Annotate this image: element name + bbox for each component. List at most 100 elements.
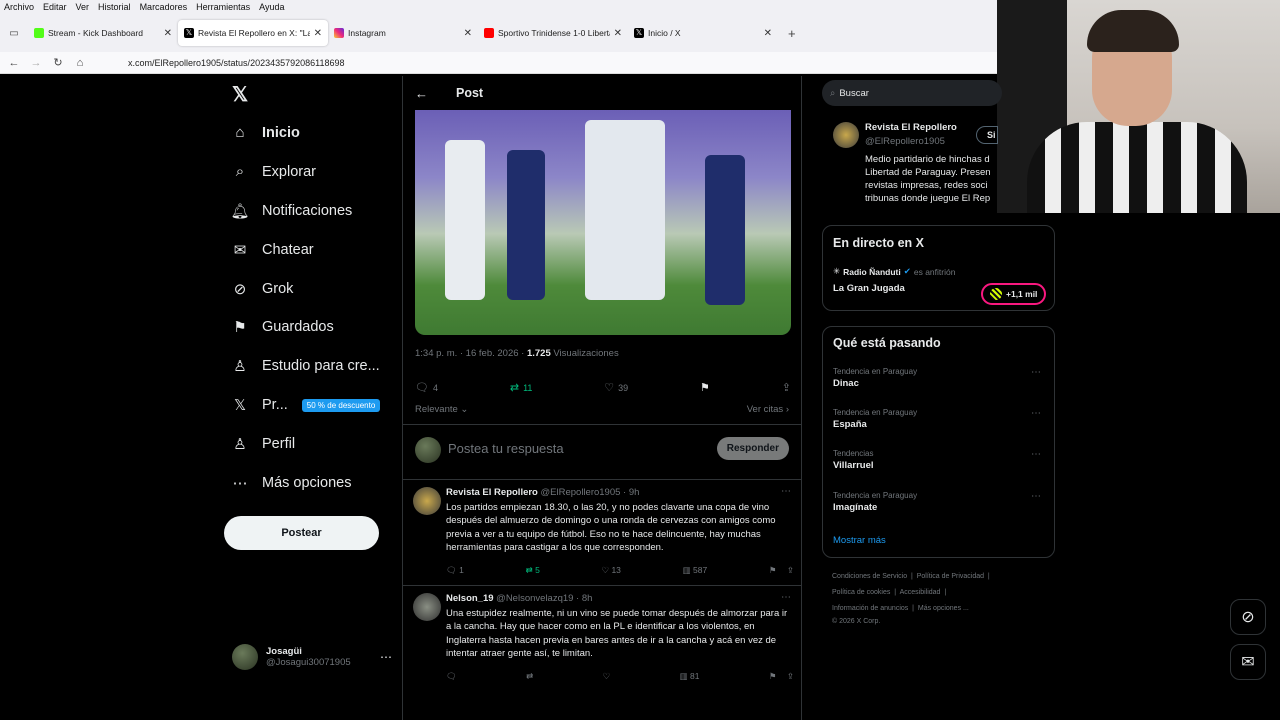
person-icon: ♙: [233, 436, 247, 453]
more-icon[interactable]: ⋯: [781, 592, 791, 603]
close-icon[interactable]: ✕: [764, 28, 772, 39]
repost-action[interactable]: ⇄: [526, 671, 533, 682]
sidebar-item-guardados[interactable]: ⚑ Guardados: [230, 318, 333, 336]
back-arrow-icon[interactable]: ←: [415, 86, 428, 101]
home-icon[interactable]: ⌂: [72, 57, 88, 69]
like-action[interactable]: ♡ 39: [604, 381, 628, 394]
trend-item[interactable]: Tendencia en Paraguay España ⋯: [833, 408, 1041, 430]
reply-author-name[interactable]: Revista El Repollero: [446, 487, 538, 498]
close-icon[interactable]: ✕: [464, 28, 472, 39]
reply-action[interactable]: 🗨︎ 1: [446, 565, 464, 576]
more-icon[interactable]: ⋯: [1031, 408, 1041, 419]
sidebar-item-estudio[interactable]: ♙ Estudio para cre...: [230, 357, 379, 375]
trend-item[interactable]: Tendencia en Paraguay Dinac ⋯: [833, 367, 1041, 389]
more-icon[interactable]: ⋯: [380, 650, 392, 664]
sidebar-item-premium[interactable]: 𝕏 Pr... 50 % de descuento: [230, 396, 381, 414]
tab-instagram[interactable]: Instagram ✕: [328, 20, 478, 46]
share-icon[interactable]: ⇪: [787, 671, 794, 681]
footer-links: Información de anuncios | Más opciones .…: [832, 605, 969, 612]
sidebar-item-perfil[interactable]: ♙ Perfil: [230, 435, 295, 453]
post-media-image[interactable]: [415, 110, 791, 335]
close-icon[interactable]: ✕: [164, 28, 172, 39]
reply-tweet[interactable]: Nelson_19 @Nelsonvelazq19 · 8h ⋯ Una est…: [403, 587, 801, 707]
trend-item[interactable]: Tendencias Villarruel ⋯: [833, 449, 1041, 471]
grok-fab[interactable]: ⊘: [1230, 599, 1266, 635]
sidebar-item-chatear[interactable]: ✉ Chatear: [230, 241, 314, 259]
menu-marcadores[interactable]: Marcadores: [140, 2, 188, 12]
footer-link[interactable]: Condiciones de Servicio: [832, 573, 907, 580]
menu-ver[interactable]: Ver: [76, 2, 90, 12]
webcam-person-hair: [1087, 10, 1179, 52]
discount-badge: 50 % de descuento: [301, 398, 381, 412]
reload-icon[interactable]: ↻: [50, 56, 66, 69]
reply-author-name[interactable]: Nelson_19: [446, 593, 494, 604]
menu-herramientas[interactable]: Herramientas: [196, 2, 250, 12]
messages-fab[interactable]: ✉: [1230, 644, 1266, 680]
profile-name[interactable]: Revista El Repollero: [865, 122, 957, 133]
bookmark-action[interactable]: ⚑ ⇪: [769, 565, 794, 576]
tab-overview-icon[interactable]: ▭: [0, 28, 28, 39]
footer-link[interactable]: Información de anuncios: [832, 605, 908, 612]
close-icon[interactable]: ✕: [314, 28, 322, 39]
like-action[interactable]: ♡: [603, 671, 611, 682]
more-icon[interactable]: ⋯: [781, 486, 791, 497]
more-icon[interactable]: ⋯: [1031, 449, 1041, 460]
account-switcher[interactable]: Josagüi @Josagui30071905 ⋯: [232, 642, 392, 672]
views-action[interactable]: ▥ 81: [680, 671, 700, 682]
more-icon[interactable]: ⋯: [1031, 491, 1041, 502]
share-action[interactable]: ⇪: [782, 381, 791, 394]
reply-button[interactable]: Responder: [716, 437, 789, 460]
url-field[interactable]: x.com/ElRepollero1905/status/20234357920…: [128, 58, 345, 68]
new-tab-icon[interactable]: +: [788, 26, 796, 41]
menu-archivo[interactable]: Archivo: [4, 2, 34, 12]
bookmark-icon: ⚑: [700, 382, 710, 394]
tab-youtube[interactable]: Sportivo Trinidense 1-0 Libertad ✕: [478, 20, 628, 46]
trend-item[interactable]: Tendencia en Paraguay Imagínate ⋯: [833, 491, 1041, 513]
reply-input[interactable]: Postea tu respuesta: [448, 441, 564, 456]
menu-editar[interactable]: Editar: [43, 2, 67, 12]
x-logo-icon[interactable]: 𝕏: [232, 82, 248, 107]
forward-icon[interactable]: →: [28, 57, 44, 69]
reply-action[interactable]: 🗨︎ 4: [415, 381, 438, 394]
more-icon[interactable]: ⋯: [1031, 367, 1041, 378]
repost-action[interactable]: ⇄ 5: [526, 565, 540, 576]
repost-action[interactable]: ⇄ 11: [510, 381, 533, 394]
sidebar-item-notificaciones[interactable]: 🔔︎ Notificaciones: [230, 202, 352, 220]
tab-inicio-x[interactable]: 𝕏 Inicio / X ✕: [628, 20, 778, 46]
reply-action[interactable]: 🗨︎: [446, 671, 457, 682]
bar-chart-icon: ▥: [679, 671, 688, 681]
sort-relevance[interactable]: Relevante ⌄: [415, 404, 468, 415]
bookmark-action[interactable]: ⚑ ⇪: [769, 671, 794, 682]
see-quotes-link[interactable]: Ver citas ›: [747, 404, 789, 415]
sidebar-item-explorar[interactable]: ⌕ Explorar: [230, 163, 316, 180]
views-action[interactable]: ▥ 587: [683, 565, 708, 576]
footer-link[interactable]: Política de cookies: [832, 589, 890, 596]
back-icon[interactable]: ←: [6, 57, 22, 69]
live-show-title[interactable]: La Gran Jugada: [833, 283, 905, 294]
share-icon[interactable]: ⇪: [787, 565, 794, 575]
reply-icon: 🗨︎: [446, 565, 457, 575]
bookmark-action[interactable]: ⚑: [700, 381, 710, 394]
sidebar-item-inicio[interactable]: ⌂ Inicio: [230, 124, 299, 141]
listeners-pill[interactable]: +1,1 mil: [981, 283, 1047, 305]
search-input[interactable]: ⌕ Buscar: [822, 80, 1002, 106]
sidebar-item-grok[interactable]: ⊘ Grok: [230, 280, 294, 298]
post-button[interactable]: Postear: [224, 516, 379, 550]
view-count: 1.725: [526, 348, 551, 359]
avatar[interactable]: [833, 122, 859, 148]
footer-link[interactable]: Más opciones ...: [918, 605, 969, 612]
search-icon: ⌕: [235, 163, 245, 180]
follow-button[interactable]: Si: [976, 126, 998, 144]
close-icon[interactable]: ✕: [614, 28, 622, 39]
footer-link[interactable]: Política de Privacidad: [917, 573, 984, 580]
footer-link[interactable]: Accesibilidad: [900, 589, 941, 596]
tab-kick[interactable]: Stream - Kick Dashboard ✕: [28, 20, 178, 46]
show-more-link[interactable]: Mostrar más: [833, 535, 886, 546]
tab-repollero[interactable]: 𝕏 Revista El Repollero en X: "La b ✕: [178, 20, 328, 46]
like-action[interactable]: ♡ 13: [601, 565, 620, 576]
menu-ayuda[interactable]: Ayuda: [259, 2, 284, 12]
reply-tweet[interactable]: Revista El Repollero @ElRepollero1905 · …: [403, 481, 801, 586]
live-host[interactable]: ✳ Radio Ñanduti ✔ es anfitrión: [833, 266, 955, 277]
sidebar-item-mas-opciones[interactable]: ⋯ Más opciones: [230, 474, 352, 492]
menu-historial[interactable]: Historial: [98, 2, 131, 12]
